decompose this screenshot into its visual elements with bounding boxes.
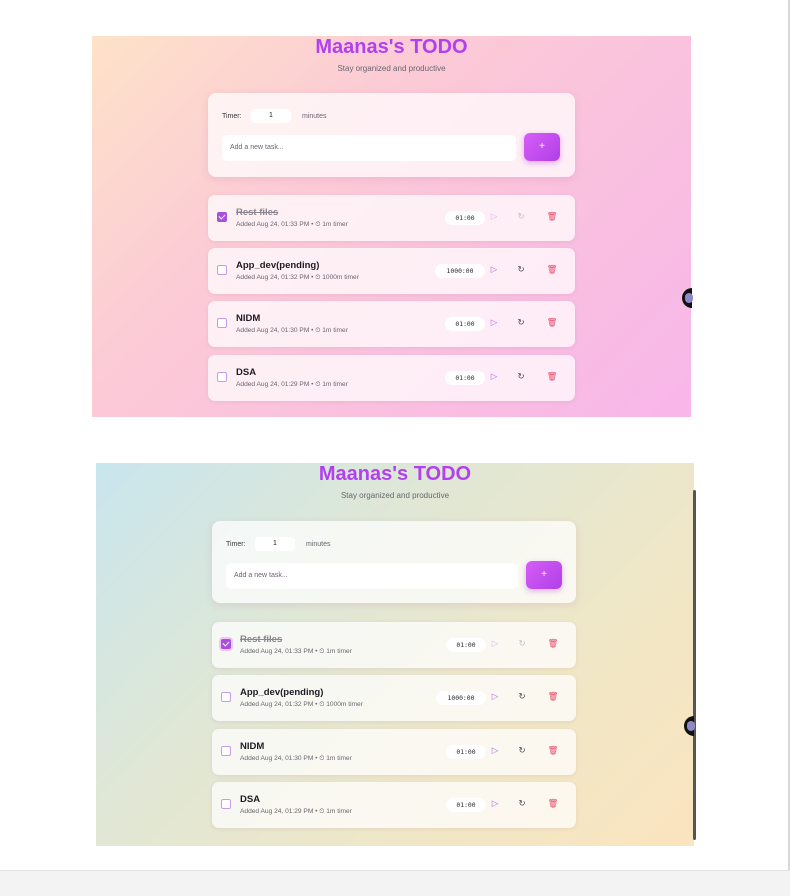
add-task-form: Timer: 1 minutes Add a new task... + bbox=[212, 521, 576, 603]
trash-icon[interactable]: 🗑 bbox=[545, 635, 561, 653]
todo-screen-pink: Maanas's TODO Stay organized and product… bbox=[92, 36, 691, 417]
task-item: App_dev(pending) Added Aug 24, 01:32 PM … bbox=[212, 675, 576, 721]
timer-label: Timer: bbox=[226, 541, 246, 548]
task-meta: Added Aug 24, 01:33 PM • ⏲ 1m timer bbox=[236, 221, 348, 228]
play-icon[interactable]: ▷ bbox=[486, 208, 502, 226]
add-task-form: Timer: 1 minutes Add a new task... + bbox=[208, 93, 575, 177]
trash-icon[interactable]: 🗑 bbox=[544, 314, 560, 332]
app-title: Maanas's TODO bbox=[318, 463, 472, 485]
timer-minutes-input[interactable]: 1 bbox=[251, 109, 291, 123]
bottom-bar bbox=[0, 870, 790, 896]
task-complete-checkbox[interactable] bbox=[217, 372, 227, 382]
trash-icon[interactable]: 🗑 bbox=[544, 261, 560, 279]
reset-icon[interactable]: ↻ bbox=[513, 314, 529, 332]
reset-icon[interactable]: ↻ bbox=[514, 795, 530, 813]
app-subtitle: Stay organized and productive bbox=[337, 64, 446, 73]
task-name: DSA bbox=[240, 794, 261, 805]
task-name: Rest files bbox=[236, 207, 279, 218]
reset-icon[interactable]: ↻ bbox=[514, 742, 530, 760]
task-time-remaining: 01:00 bbox=[446, 798, 486, 812]
task-name: App_dev(pending) bbox=[236, 260, 320, 271]
add-task-button[interactable]: + bbox=[524, 133, 560, 161]
task-time-remaining: 01:00 bbox=[445, 371, 485, 385]
new-task-input[interactable]: Add a new task... bbox=[222, 135, 516, 161]
timer-minutes-input[interactable]: 1 bbox=[255, 537, 295, 551]
play-icon[interactable]: ▷ bbox=[487, 688, 503, 706]
task-name: Rest files bbox=[240, 634, 283, 645]
page: Maanas's TODO Stay organized and product… bbox=[0, 0, 790, 896]
task-time-remaining: 01:00 bbox=[445, 317, 485, 331]
play-icon[interactable]: ▷ bbox=[486, 368, 502, 386]
task-item: NIDM Added Aug 24, 01:30 PM • ⏲ 1m timer… bbox=[212, 729, 576, 775]
task-item: NIDM Added Aug 24, 01:30 PM • ⏲ 1m timer… bbox=[208, 301, 575, 347]
task-name: NIDM bbox=[236, 313, 261, 324]
task-meta: Added Aug 24, 01:32 PM • ⏲ 1000m timer bbox=[240, 701, 363, 708]
task-complete-checkbox[interactable] bbox=[221, 692, 231, 702]
task-name: App_dev(pending) bbox=[240, 687, 324, 698]
task-complete-checkbox[interactable] bbox=[217, 212, 227, 222]
task-item: App_dev(pending) Added Aug 24, 01:32 PM … bbox=[208, 248, 575, 294]
task-meta: Added Aug 24, 01:29 PM • ⏲ 1m timer bbox=[240, 808, 352, 815]
task-meta: Added Aug 24, 01:30 PM • ⏲ 1m timer bbox=[240, 755, 352, 762]
todo-screen-pastel: Maanas's TODO Stay organized and product… bbox=[96, 463, 694, 846]
play-icon[interactable]: ▷ bbox=[486, 261, 502, 279]
task-time-remaining: 01:00 bbox=[446, 638, 486, 652]
trash-icon[interactable]: 🗑 bbox=[545, 795, 561, 813]
task-item: DSA Added Aug 24, 01:29 PM • ⏲ 1m timer … bbox=[208, 355, 575, 401]
add-task-button[interactable]: + bbox=[526, 561, 562, 589]
play-icon[interactable]: ▷ bbox=[487, 635, 503, 653]
task-name: NIDM bbox=[240, 741, 265, 752]
task-complete-checkbox[interactable] bbox=[221, 799, 231, 809]
task-item: Rest files Added Aug 24, 01:33 PM • ⏲ 1m… bbox=[212, 622, 576, 668]
new-task-input[interactable]: Add a new task... bbox=[226, 563, 518, 589]
task-item: DSA Added Aug 24, 01:29 PM • ⏲ 1m timer … bbox=[212, 782, 576, 828]
app-title: Maanas's TODO bbox=[315, 36, 468, 58]
trash-icon[interactable]: 🗑 bbox=[545, 742, 561, 760]
task-complete-checkbox[interactable] bbox=[217, 318, 227, 328]
task-time-remaining: 1000:00 bbox=[435, 264, 485, 278]
trash-icon[interactable]: 🗑 bbox=[544, 368, 560, 386]
task-item: Rest files Added Aug 24, 01:33 PM • ⏲ 1m… bbox=[208, 195, 575, 241]
minutes-label: minutes bbox=[306, 541, 331, 548]
trash-icon[interactable]: 🗑 bbox=[544, 208, 560, 226]
task-complete-checkbox[interactable] bbox=[217, 265, 227, 275]
scrollbar-thumb[interactable] bbox=[693, 490, 696, 840]
task-complete-checkbox[interactable] bbox=[221, 746, 231, 756]
task-time-remaining: 01:00 bbox=[446, 745, 486, 759]
play-icon[interactable]: ▷ bbox=[487, 742, 503, 760]
task-time-remaining: 1000:00 bbox=[436, 691, 486, 705]
task-time-remaining: 01:00 bbox=[445, 211, 485, 225]
minutes-label: minutes bbox=[302, 113, 327, 120]
task-meta: Added Aug 24, 01:33 PM • ⏲ 1m timer bbox=[240, 648, 352, 655]
task-meta: Added Aug 24, 01:30 PM • ⏲ 1m timer bbox=[236, 327, 348, 334]
task-meta: Added Aug 24, 01:32 PM • ⏲ 1000m timer bbox=[236, 274, 359, 281]
task-meta: Added Aug 24, 01:29 PM • ⏲ 1m timer bbox=[236, 381, 348, 388]
task-complete-checkbox[interactable] bbox=[221, 639, 231, 649]
reset-icon[interactable]: ↻ bbox=[514, 635, 530, 653]
reset-icon[interactable]: ↻ bbox=[513, 261, 529, 279]
app-subtitle: Stay organized and productive bbox=[340, 491, 450, 500]
reset-icon[interactable]: ↻ bbox=[514, 688, 530, 706]
timer-label: Timer: bbox=[222, 113, 242, 120]
task-name: DSA bbox=[236, 367, 257, 378]
trash-icon[interactable]: 🗑 bbox=[545, 688, 561, 706]
reset-icon[interactable]: ↻ bbox=[513, 208, 529, 226]
reset-icon[interactable]: ↻ bbox=[513, 368, 529, 386]
play-icon[interactable]: ▷ bbox=[487, 795, 503, 813]
play-icon[interactable]: ▷ bbox=[486, 314, 502, 332]
